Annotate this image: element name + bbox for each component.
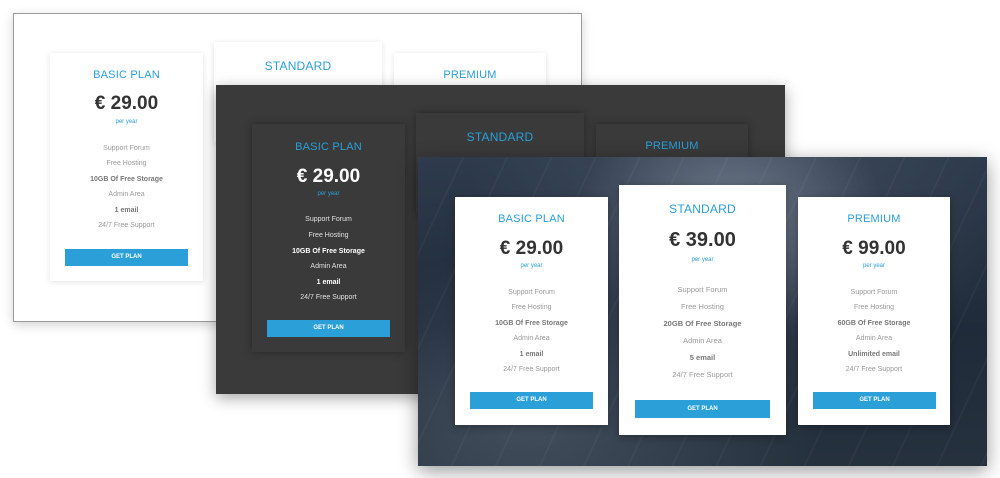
feature-item: Admin Area bbox=[513, 335, 550, 342]
feature-item: 24/7 Free Support bbox=[98, 222, 155, 229]
feature-item: 24/7 Free Support bbox=[503, 366, 560, 373]
feature-item: Free Hosting bbox=[853, 304, 895, 311]
plan-price: € 39.00 bbox=[669, 229, 736, 251]
feature-item: Support Forum bbox=[850, 289, 898, 296]
plan-name: PREMIUM bbox=[645, 140, 699, 152]
feature-item: Support Forum bbox=[305, 216, 352, 223]
get-plan-button[interactable]: GET PLAN bbox=[267, 320, 390, 337]
pricing-card-basic: BASIC PLAN € 29.00 per year Support Foru… bbox=[50, 53, 203, 281]
get-plan-button[interactable]: GET PLAN bbox=[813, 392, 936, 409]
plan-name: PREMIUM bbox=[443, 69, 497, 81]
plan-price: € 29.00 bbox=[296, 166, 361, 187]
get-plan-button[interactable]: GET PLAN bbox=[65, 249, 188, 266]
feature-item: Free Hosting bbox=[106, 160, 147, 167]
feature-item: Admin Area bbox=[683, 336, 722, 345]
feature-item: 24/7 Free Support bbox=[845, 366, 903, 373]
feature-item: Support Forum bbox=[103, 145, 150, 152]
feature-item: 24/7 Free Support bbox=[672, 370, 733, 379]
feature-item: 1 email bbox=[316, 279, 341, 286]
plan-name: PREMIUM bbox=[847, 213, 901, 225]
plan-name: STANDARD bbox=[264, 59, 332, 73]
plan-name: BASIC PLAN bbox=[498, 213, 565, 225]
plan-name: STANDARD bbox=[669, 202, 736, 216]
pricing-panel-photo: BASIC PLAN € 29.00 per year Support Foru… bbox=[418, 157, 987, 466]
feature-item: 60GB Of Free Storage bbox=[837, 320, 911, 327]
feature-item: Admin Area bbox=[108, 191, 145, 198]
feature-item: 20GB Of Free Storage bbox=[663, 319, 742, 328]
feature-item: 1 email bbox=[114, 207, 139, 214]
plan-name: BASIC PLAN bbox=[93, 69, 160, 81]
feature-item: Free Hosting bbox=[681, 302, 724, 311]
feature-item: Support Forum bbox=[508, 289, 555, 296]
plan-price: € 99.00 bbox=[842, 238, 906, 259]
feature-item: Free Hosting bbox=[511, 304, 552, 311]
feature-item: 5 email bbox=[689, 353, 716, 362]
pricing-card-basic: BASIC PLAN € 29.00 per year Support Foru… bbox=[252, 124, 405, 352]
pricing-card-basic: BASIC PLAN € 29.00 per year Support Foru… bbox=[455, 197, 608, 425]
feature-item: 10GB Of Free Storage bbox=[292, 248, 365, 255]
get-plan-button[interactable]: GET PLAN bbox=[470, 392, 593, 409]
feature-item: 24/7 Free Support bbox=[300, 294, 357, 301]
pricing-card-standard: STANDARD € 39.00 per year Support Forum … bbox=[619, 185, 786, 435]
plan-price: € 29.00 bbox=[499, 238, 564, 259]
plan-period: per year bbox=[862, 263, 885, 269]
feature-item: Free Hosting bbox=[308, 232, 349, 239]
plan-period: per year bbox=[691, 257, 714, 263]
plan-period: per year bbox=[115, 119, 138, 125]
plan-period: per year bbox=[520, 263, 543, 269]
get-plan-button[interactable]: GET PLAN bbox=[635, 400, 770, 418]
feature-item: 1 email bbox=[519, 351, 544, 358]
feature-item: Unlimited email bbox=[848, 351, 900, 358]
pricing-card-premium: PREMIUM € 99.00 per year Support Forum F… bbox=[798, 197, 950, 425]
feature-item: Support Forum bbox=[677, 285, 728, 294]
feature-item: Admin Area bbox=[855, 335, 893, 342]
plan-period: per year bbox=[317, 191, 340, 197]
feature-item: 10GB Of Free Storage bbox=[90, 176, 163, 183]
feature-item: 10GB Of Free Storage bbox=[495, 320, 568, 327]
plan-name: STANDARD bbox=[466, 130, 534, 144]
plan-price: € 29.00 bbox=[94, 93, 159, 114]
feature-item: Admin Area bbox=[310, 263, 347, 270]
plan-name: BASIC PLAN bbox=[295, 141, 362, 153]
